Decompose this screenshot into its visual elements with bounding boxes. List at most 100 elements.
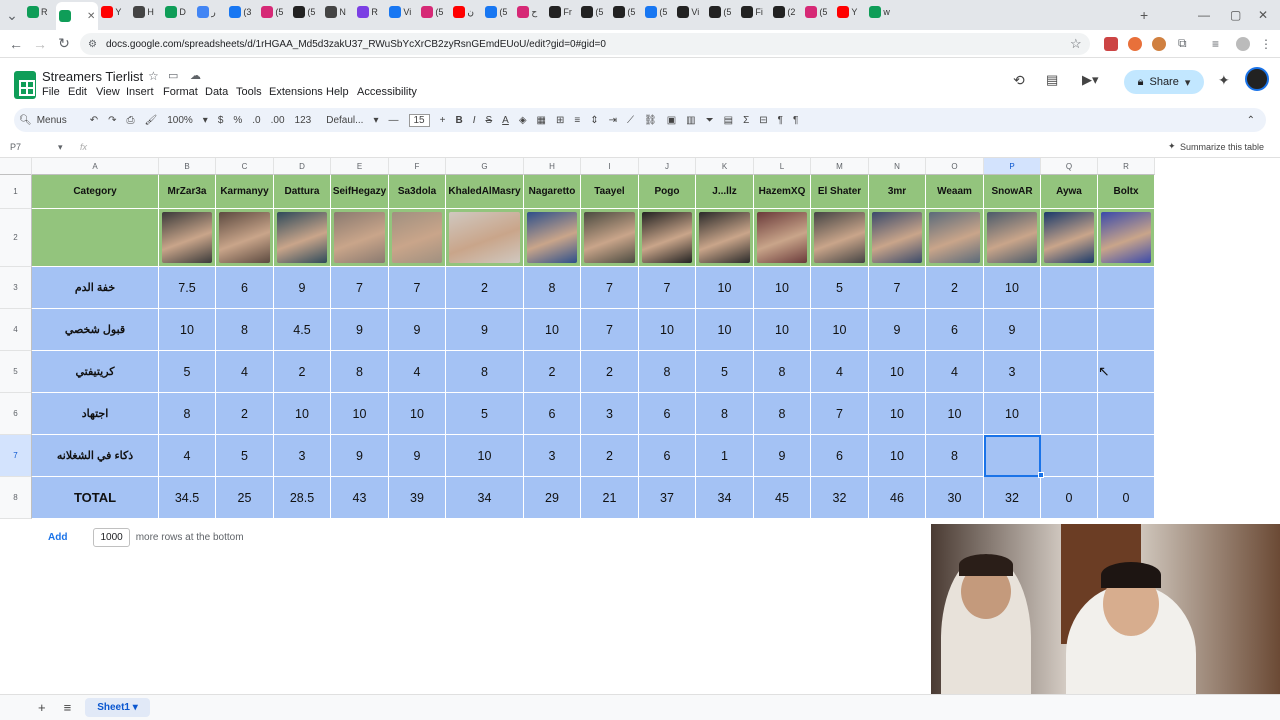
total-cell[interactable]: 39 [389, 477, 446, 519]
score-cell[interactable]: 8 [159, 393, 216, 435]
streamer-photo-cell[interactable] [639, 209, 696, 267]
category-label-cell[interactable]: خفة الدم [32, 267, 159, 309]
streamer-photo-cell[interactable] [524, 209, 581, 267]
column-header[interactable]: L [754, 158, 811, 175]
score-cell[interactable]: 8 [754, 351, 811, 393]
browser-tab[interactable]: Fi [738, 0, 770, 24]
reload-icon[interactable]: ↻ [52, 35, 76, 52]
total-cell[interactable]: 34.5 [159, 477, 216, 519]
column-header[interactable]: H [524, 158, 581, 175]
column-header[interactable]: J [639, 158, 696, 175]
score-cell[interactable]: 9 [984, 309, 1041, 351]
row-header[interactable]: 5 [0, 351, 32, 393]
all-sheets-icon[interactable]: ≡ [64, 700, 72, 715]
score-cell[interactable]: 10 [869, 351, 926, 393]
score-cell[interactable]: 5 [159, 351, 216, 393]
filter-icon[interactable]: ⏷ [706, 115, 714, 126]
sheets-logo-icon[interactable] [14, 71, 36, 99]
streamer-photo-cell[interactable] [331, 209, 389, 267]
score-cell[interactable]: 4 [159, 435, 216, 477]
column-header[interactable]: F [389, 158, 446, 175]
streamer-name-cell[interactable]: J...llz [696, 175, 754, 209]
streamer-name-cell[interactable]: SeifHegazy [331, 175, 389, 209]
row-header[interactable]: 4 [0, 309, 32, 351]
forward-icon[interactable]: → [28, 36, 52, 52]
row-header[interactable]: 6 [0, 393, 32, 435]
streamer-photo-cell[interactable] [869, 209, 926, 267]
row-header[interactable]: 7 [0, 435, 32, 477]
close-window-icon[interactable]: ✕ [1258, 8, 1268, 22]
score-cell[interactable]: 8 [696, 393, 754, 435]
menu-help[interactable]: Help [326, 86, 349, 98]
score-cell[interactable]: 8 [754, 393, 811, 435]
score-cell[interactable] [1098, 267, 1155, 309]
streamer-name-cell[interactable]: Boltx [1098, 175, 1155, 209]
score-cell[interactable]: 1 [696, 435, 754, 477]
score-cell[interactable]: 7 [581, 267, 639, 309]
score-cell[interactable]: 10 [696, 267, 754, 309]
menu-edit[interactable]: Edit [68, 86, 87, 98]
score-cell[interactable]: 2 [581, 351, 639, 393]
score-cell[interactable]: 10 [984, 267, 1041, 309]
score-cell[interactable]: 9 [446, 309, 524, 351]
merge-cells-icon[interactable]: ⊞ [556, 115, 564, 126]
score-cell[interactable]: 4 [926, 351, 984, 393]
fill-handle[interactable] [1038, 472, 1044, 478]
align-horizontal-icon[interactable]: ≡ [574, 115, 580, 126]
score-cell[interactable] [1098, 393, 1155, 435]
streamer-name-cell[interactable]: SnowAR [984, 175, 1041, 209]
score-cell[interactable]: 2 [581, 435, 639, 477]
score-cell[interactable]: 6 [216, 267, 274, 309]
score-cell[interactable]: 8 [331, 351, 389, 393]
streamer-name-cell[interactable]: HazemXQ [754, 175, 811, 209]
gemini-icon[interactable]: ✦ [1218, 72, 1230, 89]
bold-button[interactable]: B [455, 115, 462, 126]
streamer-name-cell[interactable]: KhaledAlMasry [446, 175, 524, 209]
score-cell[interactable]: 10 [926, 393, 984, 435]
category-label-cell[interactable]: اجتهاد [32, 393, 159, 435]
collapse-toolbar-icon[interactable]: ⌃ [1247, 115, 1255, 126]
move-folder-icon[interactable]: ▭ [168, 69, 178, 82]
score-cell[interactable]: 2 [274, 351, 331, 393]
zoom-select[interactable]: 100% [167, 115, 193, 126]
browser-tab[interactable]: (2 [770, 0, 802, 24]
score-cell[interactable]: 8 [524, 267, 581, 309]
streamer-name-cell[interactable]: Weaam [926, 175, 984, 209]
score-cell[interactable] [1041, 267, 1098, 309]
browser-tab[interactable]: Fr [546, 0, 578, 24]
score-cell[interactable]: 4 [389, 351, 446, 393]
row-header[interactable]: 2 [0, 209, 32, 267]
score-cell[interactable]: 10 [696, 309, 754, 351]
text-rotate-icon[interactable]: ⟋ [627, 115, 634, 126]
insert-comment-icon[interactable]: ▣ [667, 115, 676, 126]
streamer-photo-cell[interactable] [1098, 209, 1155, 267]
redo-icon[interactable]: ↷ [108, 115, 116, 126]
score-cell[interactable] [1041, 393, 1098, 435]
streamer-photo-cell[interactable] [159, 209, 216, 267]
streamer-photo-cell[interactable] [1041, 209, 1098, 267]
score-cell[interactable]: 9 [754, 435, 811, 477]
score-cell[interactable] [984, 435, 1041, 477]
column-header[interactable]: G [446, 158, 524, 175]
score-cell[interactable]: 7 [811, 393, 869, 435]
total-label-cell[interactable]: TOTAL [32, 477, 159, 519]
total-cell[interactable]: 29 [524, 477, 581, 519]
total-cell[interactable]: 25 [216, 477, 274, 519]
column-header[interactable]: R [1098, 158, 1155, 175]
font-select[interactable]: Defaul... [326, 115, 363, 126]
browser-tab[interactable]: (5 [578, 0, 610, 24]
score-cell[interactable]: 10 [754, 309, 811, 351]
browser-tab[interactable]: Y [834, 0, 866, 24]
total-cell[interactable]: 37 [639, 477, 696, 519]
total-cell[interactable]: 34 [446, 477, 524, 519]
browser-tab[interactable]: (5 [610, 0, 642, 24]
score-cell[interactable]: 4 [811, 351, 869, 393]
streamer-name-cell[interactable]: 3mr [869, 175, 926, 209]
select-all-corner[interactable] [0, 158, 32, 175]
extension-icon[interactable] [1152, 36, 1166, 51]
category-label-cell[interactable]: كريتيفتي [32, 351, 159, 393]
chevron-down-icon[interactable]: ▾ [58, 142, 63, 153]
score-cell[interactable]: 10 [754, 267, 811, 309]
streamer-name-cell[interactable]: Aywa [1041, 175, 1098, 209]
add-sheet-icon[interactable]: + [38, 700, 46, 715]
